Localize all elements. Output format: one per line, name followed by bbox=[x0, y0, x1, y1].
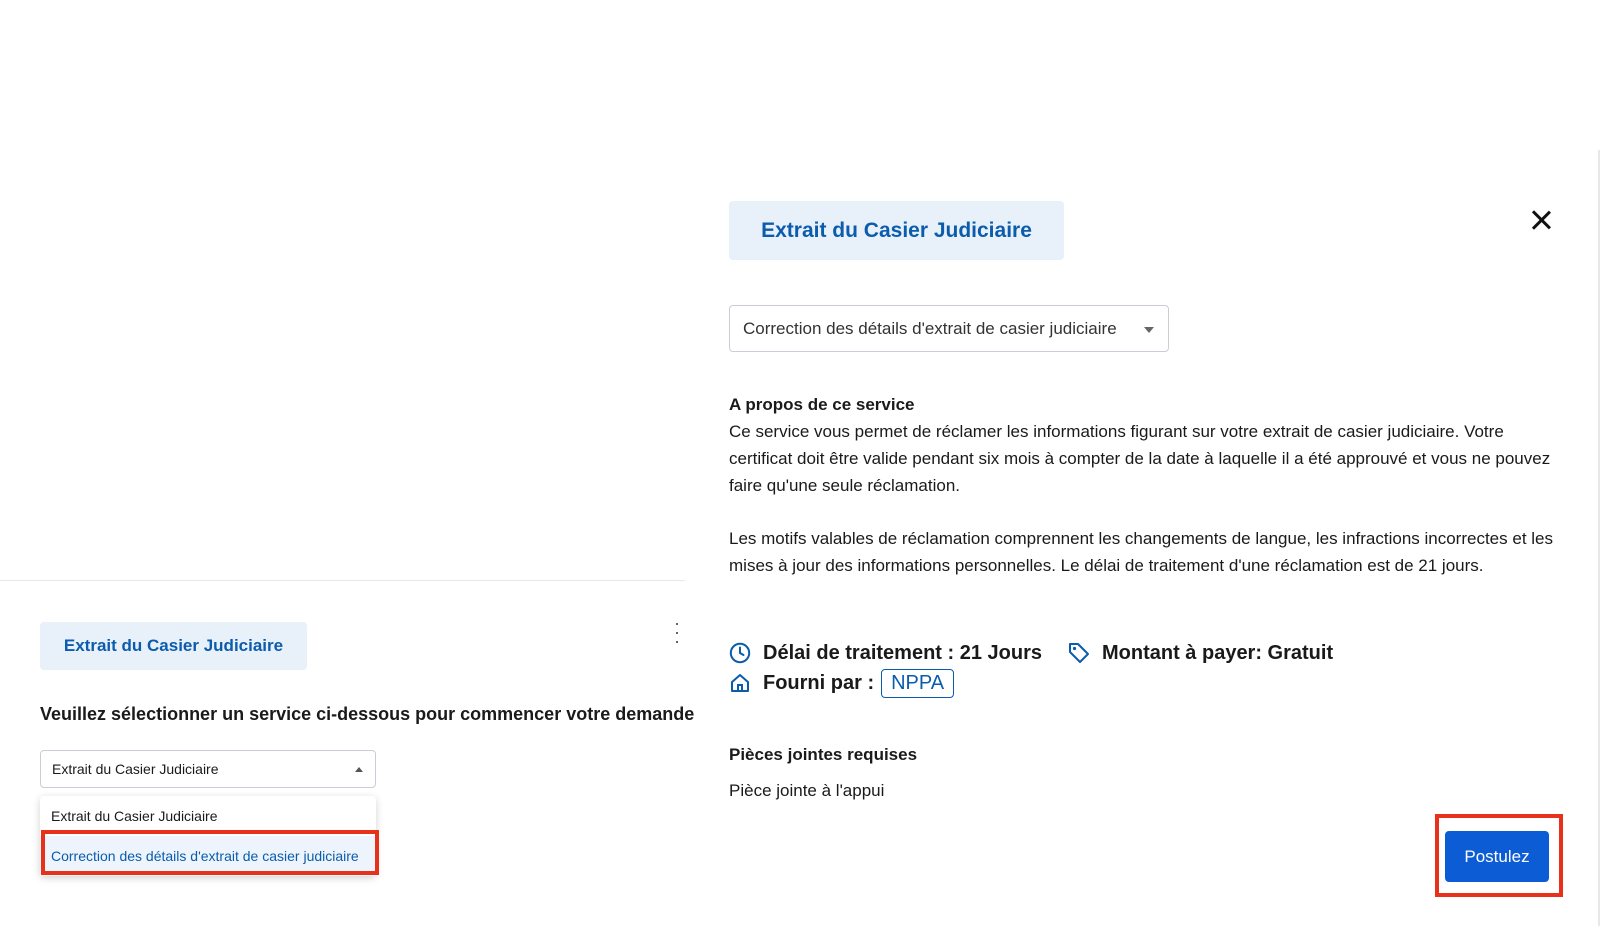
provider-badge: NPPA bbox=[881, 668, 955, 698]
service-select[interactable]: Extrait du Casier Judiciaire bbox=[40, 750, 376, 788]
about-paragraph-2: Les motifs valables de réclamation compr… bbox=[729, 529, 1553, 575]
service-title-chip: Extrait du Casier Judiciaire bbox=[729, 201, 1064, 260]
home-icon bbox=[729, 672, 751, 694]
close-icon[interactable] bbox=[1527, 206, 1555, 234]
attachment-item: Pièce jointe à l'appui bbox=[729, 781, 885, 800]
clock-icon bbox=[729, 642, 751, 664]
service-meta-row: Délai de traitement : 21 Jours Montant à… bbox=[729, 639, 1333, 667]
processing-time: Délai de traitement : 21 Jours bbox=[763, 641, 1042, 664]
attachments-title: Pièces jointes requises bbox=[729, 745, 918, 764]
caret-up-icon bbox=[355, 767, 363, 772]
caret-down-icon bbox=[1144, 327, 1154, 333]
tag-icon bbox=[1068, 642, 1090, 664]
service-dropdown-menu: Extrait du Casier Judiciaire Correction … bbox=[40, 796, 376, 876]
sub-service-select-value: Correction des détails d'extrait de casi… bbox=[743, 318, 1117, 338]
provider-row: Fourni par : NPPA bbox=[729, 668, 955, 698]
sub-service-select[interactable]: Correction des détails d'extrait de casi… bbox=[729, 305, 1169, 352]
dropdown-option-correction[interactable]: Correction des détails d'extrait de casi… bbox=[40, 836, 376, 876]
about-paragraph-1: Ce service vous permet de réclamer les i… bbox=[729, 422, 1551, 495]
service-chip: Extrait du Casier Judiciaire bbox=[40, 622, 307, 670]
about-service-title: A propos de ce service bbox=[729, 395, 915, 414]
provided-by-label: Fourni par : bbox=[763, 671, 875, 694]
dropdown-option-extrait[interactable]: Extrait du Casier Judiciaire bbox=[40, 796, 376, 836]
amount-to-pay: Montant à payer: Gratuit bbox=[1101, 641, 1334, 664]
select-service-instruction: Veuillez sélectionner un service ci-dess… bbox=[40, 704, 695, 724]
service-select-value: Extrait du Casier Judiciaire bbox=[52, 761, 219, 777]
left-service-panel: Extrait du Casier Judiciaire Veuillez sé… bbox=[0, 580, 694, 926]
apply-button[interactable]: Postulez bbox=[1445, 831, 1549, 882]
kebab-menu-icon[interactable] bbox=[674, 623, 680, 643]
